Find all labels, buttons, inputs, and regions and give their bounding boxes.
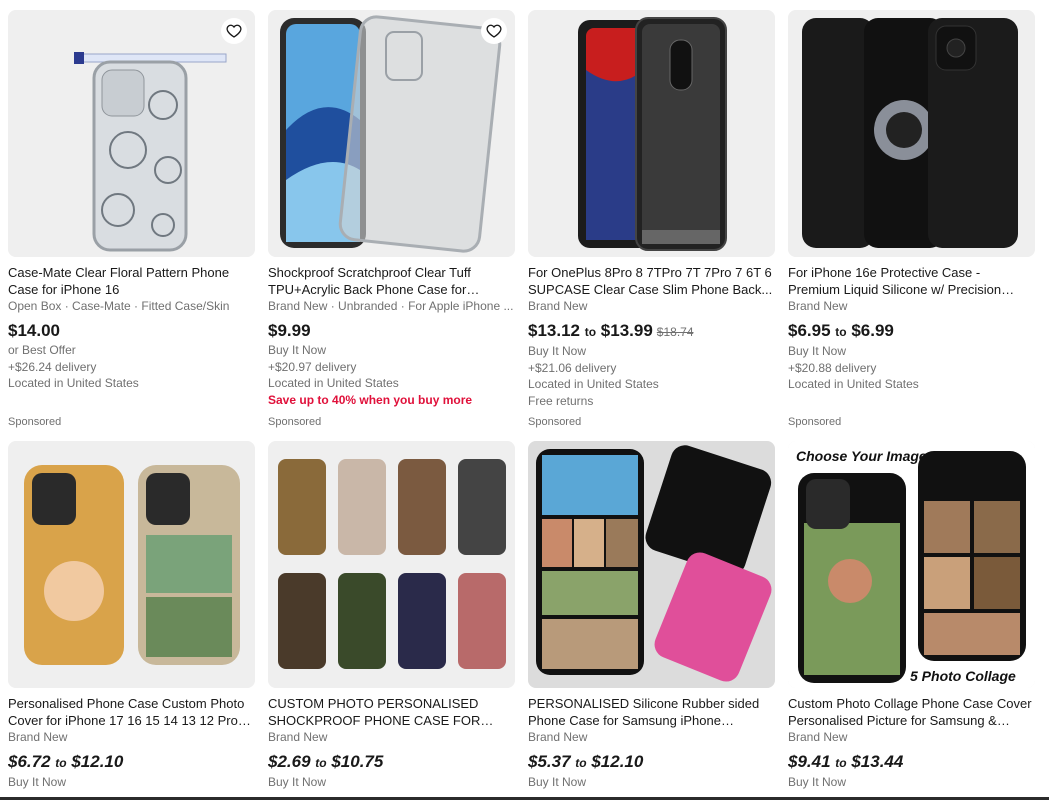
price-low: $14.00 [8,321,60,340]
price-to: to [575,756,587,770]
sponsored-label: Sponsored [268,416,322,428]
listing-subtitle: Brand New [8,730,68,744]
listing-subtitle: Brand New · Unbranded · For Apple iPhone… [268,299,514,313]
listing-title[interactable]: CUSTOM PHOTO PERSONALISED SHOCKPROOF PHO… [268,695,515,729]
listing-title[interactable]: For OnePlus 8Pro 8 7TPro 7T 7Pro 7 6T 6 … [528,264,775,298]
listing-price: $9.41 to $13.44 [788,751,1035,774]
price-high: $6.99 [851,321,894,340]
price-low: $9.99 [268,321,311,340]
custom-photo-cases-grid-image [268,441,515,688]
buy-it-now-line: Buy It Now [528,775,587,789]
price-low: $6.72 [8,752,51,771]
delivery-line: +$20.88 delivery [788,360,877,375]
location-line: Located in United States [788,377,919,391]
buy-it-now-line: Buy It Now [268,343,327,357]
listing-title[interactable]: Personalised Phone Case Custom Photo Cov… [8,695,255,729]
price-high: $12.10 [591,752,644,771]
listing-card[interactable]: CUSTOM PHOTO PERSONALISED SHOCKPROOF PHO… [268,441,515,791]
location-line: Located in United States [268,376,399,390]
buy-it-now-line: Buy It Now [268,775,327,789]
listing-card[interactable]: Personalised Phone Case Custom Photo Cov… [8,441,255,791]
watchlist-heart-icon[interactable] [221,18,247,44]
image-caption-top: Choose Your Image [796,448,927,464]
photo-collage-case-image: Choose Your Image 5 Photo Collage [788,441,1035,688]
price-to: to [55,756,67,770]
price-high: $13.44 [851,752,904,771]
promo-text[interactable]: Save up to 40% when you buy more [268,392,515,408]
listing-card[interactable]: Shockproof Scratchproof Clear Tuff TPU+A… [268,10,515,428]
listing-price: $2.69 to $10.75 [268,751,515,774]
listing-title[interactable]: Custom Photo Collage Phone Case Cover Pe… [788,695,1035,729]
product-image[interactable] [268,441,515,688]
silicone-photo-collage-case-image [528,441,775,688]
product-image[interactable] [528,10,775,257]
listing-price: $6.72 to $12.10 [8,751,255,774]
listing-card[interactable]: Choose Your Image 5 Photo Collage Custom… [788,441,1035,791]
watchlist-heart-icon[interactable] [481,18,507,44]
buy-it-now-line: Buy It Now [8,775,67,789]
price-to: to [835,756,847,770]
listing-price: $9.99 [268,320,515,342]
oneplus-case-image [528,10,775,257]
listing-card[interactable]: For OnePlus 8Pro 8 7TPro 7T 7Pro 7 6T 6 … [528,10,775,428]
personalised-photo-case-image [8,441,255,688]
product-image[interactable] [268,10,515,257]
product-image[interactable] [528,441,775,688]
delivery-line: +$21.06 delivery [528,360,617,375]
buy-it-now-line: Buy It Now [788,344,847,358]
listing-subtitle: Brand New [268,730,328,744]
offer-line: or Best Offer [8,343,76,357]
listing-price: $6.95 to $6.99 [788,320,1035,343]
delivery-line: +$26.24 delivery [8,359,97,374]
listing-subtitle: Brand New [528,299,588,313]
price-low: $13.12 [528,321,580,340]
listing-price: $5.37 to $12.10 [528,751,775,774]
product-image[interactable] [788,10,1035,257]
listing-subtitle: Brand New [788,299,848,313]
sponsored-label: Sponsored [788,416,842,428]
location-line: Located in United States [8,376,139,390]
listing-subtitle: Open Box · Case-Mate · Fitted Case/Skin [8,299,230,313]
price-low: $2.69 [268,752,311,771]
listing-card[interactable]: For iPhone 16e Protective Case - Premium… [788,10,1035,428]
returns-line: Free returns [528,393,594,408]
buy-it-now-line: Buy It Now [788,775,847,789]
price-to: to [584,325,597,339]
price-to: to [315,756,327,770]
product-image[interactable]: Choose Your Image 5 Photo Collage [788,441,1035,688]
floral-clear-case-image [8,10,255,257]
price-low: $6.95 [788,321,831,340]
listing-card[interactable]: PERSONALISED Silicone Rubber sided Phone… [528,441,775,791]
listing-subtitle: Brand New [788,730,848,744]
sponsored-label: Sponsored [8,416,62,428]
listing-subtitle: Brand New [528,730,588,744]
listing-title[interactable]: PERSONALISED Silicone Rubber sided Phone… [528,695,775,729]
listing-price: $13.12 to $13.99 $18.74 [528,320,775,343]
listing-price: $14.00 [8,320,255,342]
price-low: $9.41 [788,752,831,771]
price-high: $12.10 [71,752,124,771]
listing-card[interactable]: Case-Mate Clear Floral Pattern Phone Cas… [8,10,255,428]
silicone-case-image [788,10,1035,257]
listing-title[interactable]: Case-Mate Clear Floral Pattern Phone Cas… [8,264,255,298]
image-caption-bottom: 5 Photo Collage [910,668,1016,684]
original-price: $18.74 [656,325,694,339]
product-image[interactable] [8,441,255,688]
buy-it-now-line: Buy It Now [528,344,587,358]
price-low: $5.37 [528,752,571,771]
listing-title[interactable]: For iPhone 16e Protective Case - Premium… [788,264,1035,298]
clear-tpu-case-image [268,10,515,257]
price-high: $10.75 [331,752,384,771]
price-to: to [835,325,847,339]
listing-title[interactable]: Shockproof Scratchproof Clear Tuff TPU+A… [268,264,515,298]
sponsored-label: Sponsored [528,416,582,428]
location-line: Located in United States [528,377,659,391]
price-high: $13.99 [600,321,653,340]
product-image[interactable] [8,10,255,257]
delivery-line: +$20.97 delivery [268,359,357,374]
